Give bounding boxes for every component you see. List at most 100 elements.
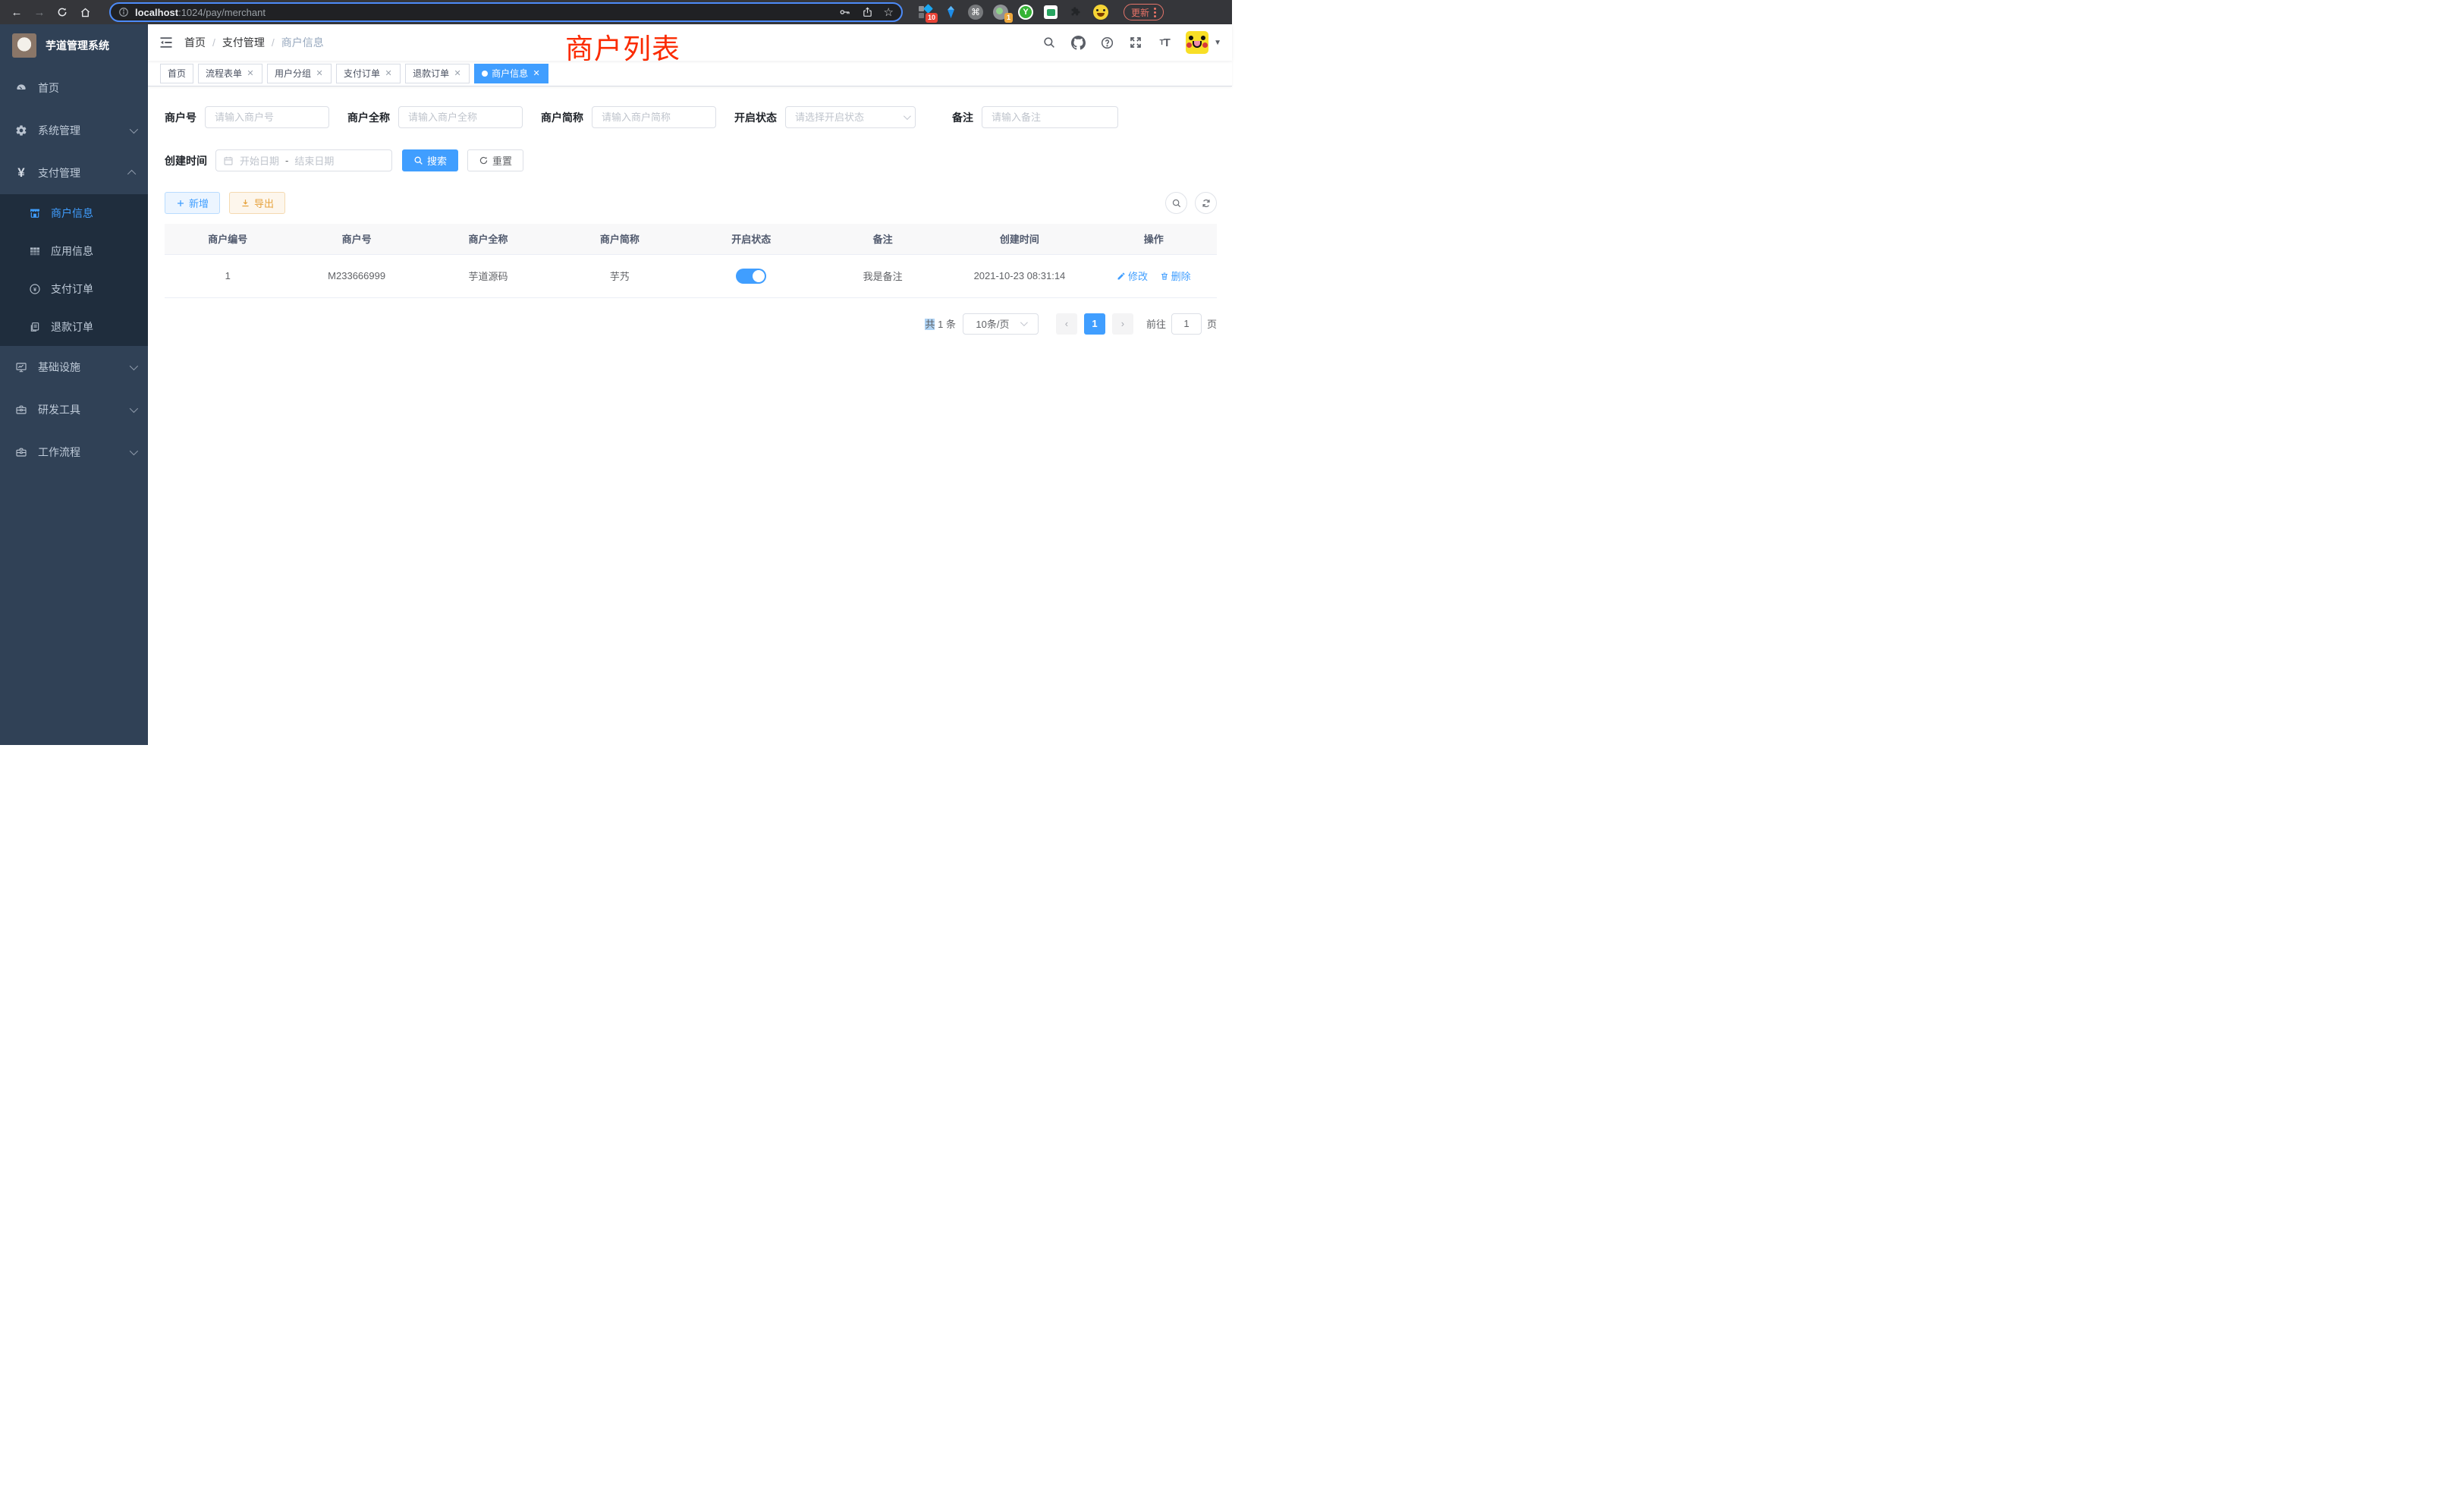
browser-back-button[interactable]: ←: [8, 3, 26, 21]
header-search-icon[interactable]: [1042, 35, 1057, 50]
page-size-select[interactable]: 10条/页: [963, 313, 1039, 335]
browser-menu-icon[interactable]: [1154, 8, 1156, 17]
sidebar-item-pay-order[interactable]: ¥ 支付订单: [0, 270, 148, 308]
extension-pin-icon[interactable]: [943, 5, 958, 20]
sidebar-item-label: 退款订单: [51, 319, 93, 335]
table-row: 1 M233666999 芋道源码 芋艿 我是备注 2021-10-23 08:…: [165, 254, 1217, 297]
date-start-placeholder: 开始日期: [240, 153, 279, 168]
fullscreen-icon[interactable]: [1128, 35, 1143, 50]
sidebar-item-merchant-info[interactable]: 商户信息: [0, 194, 148, 232]
sidebar-item-pay[interactable]: ¥ 支付管理: [0, 152, 148, 194]
toolbox-icon: [15, 404, 27, 416]
status-toggle[interactable]: [736, 269, 766, 284]
sidebar-item-infrastructure[interactable]: 基础设施: [0, 346, 148, 388]
browser-forward-button[interactable]: →: [30, 3, 49, 21]
page-jump-input[interactable]: [1171, 313, 1202, 335]
gear-icon: [15, 124, 27, 137]
logo-image: [12, 33, 36, 58]
extension-status-icon[interactable]: 1: [993, 5, 1008, 20]
tab-user-group[interactable]: 用户分组 ✕: [267, 64, 332, 83]
sidebar-collapse-button[interactable]: [159, 35, 174, 50]
chevron-down-icon: [1020, 319, 1027, 326]
sidebar-item-workflow[interactable]: 工作流程: [0, 431, 148, 473]
status-select[interactable]: [785, 106, 916, 128]
tab-merchant-info[interactable]: 商户信息 ✕: [474, 64, 548, 83]
toggle-search-button[interactable]: [1165, 192, 1187, 214]
refresh-table-button[interactable]: [1195, 192, 1217, 214]
chevron-down-icon: [130, 447, 138, 455]
full-name-input[interactable]: [398, 106, 523, 128]
close-icon[interactable]: ✕: [532, 68, 541, 78]
refresh-icon: [1201, 198, 1212, 209]
edit-button[interactable]: 修改: [1117, 269, 1148, 283]
browser-home-button[interactable]: [76, 3, 94, 21]
search-button[interactable]: 搜索: [402, 149, 458, 171]
url-bar[interactable]: localhost:1024/pay/merchant ☆: [109, 2, 903, 22]
page-content: 商户号 商户全称 商户简称 开启状态: [148, 86, 1232, 745]
full-name-label: 商户全称: [347, 110, 390, 125]
sidebar-item-app-info[interactable]: 应用信息: [0, 232, 148, 270]
extensions-puzzle-icon[interactable]: [1068, 5, 1083, 20]
delete-button[interactable]: 删除: [1160, 269, 1191, 283]
export-button[interactable]: 导出: [229, 192, 285, 214]
create-time-range-picker[interactable]: 开始日期 - 结束日期: [215, 149, 392, 171]
breadcrumb-current: 商户信息: [281, 35, 324, 50]
browser-reload-button[interactable]: [53, 3, 71, 21]
col-remark: 备注: [817, 224, 948, 254]
sidebar-item-system[interactable]: 系统管理: [0, 109, 148, 152]
reset-button[interactable]: 重置: [467, 149, 523, 171]
extension-emoji-icon[interactable]: [1093, 5, 1108, 20]
jump-suffix: 页: [1207, 316, 1217, 331]
tab-pay-order[interactable]: 支付订单 ✕: [336, 64, 401, 83]
prev-page-button[interactable]: ‹: [1056, 313, 1077, 335]
active-dot: [482, 71, 488, 77]
user-menu[interactable]: ▼: [1186, 31, 1221, 54]
github-icon[interactable]: [1070, 35, 1086, 50]
sidebar-item-refund-order[interactable]: 退款订单: [0, 308, 148, 346]
tab-home[interactable]: 首页: [160, 64, 193, 83]
sidebar-item-label: 支付订单: [51, 281, 93, 297]
close-icon[interactable]: ✕: [384, 68, 393, 78]
next-page-button[interactable]: ›: [1112, 313, 1133, 335]
date-end-placeholder: 结束日期: [294, 153, 334, 168]
short-name-input[interactable]: [592, 106, 716, 128]
bookmark-star-icon[interactable]: ☆: [884, 7, 894, 18]
search-icon: [1171, 198, 1182, 209]
tab-process-form[interactable]: 流程表单 ✕: [198, 64, 262, 83]
share-icon[interactable]: [862, 6, 873, 18]
annotation-title: 商户列表: [565, 26, 680, 67]
sidebar-item-dev-tools[interactable]: 研发工具: [0, 388, 148, 431]
breadcrumb-home[interactable]: 首页: [184, 35, 206, 50]
user-avatar: [1186, 31, 1208, 54]
extension-chat-icon[interactable]: [1043, 5, 1058, 20]
navbar: 首页 / 支付管理 / 商户信息 商户列表 TT: [148, 24, 1232, 61]
tab-refund-order[interactable]: 退款订单 ✕: [405, 64, 470, 83]
breadcrumb-pay[interactable]: 支付管理: [222, 35, 265, 50]
extension-blocks-icon[interactable]: 10: [918, 5, 933, 20]
browser-chrome: ← → localhost:1024/pay/merchant ☆ 10 ⌘ 1: [0, 0, 1232, 24]
cell-create-time: 2021-10-23 08:31:14: [948, 254, 1090, 297]
page-number-1[interactable]: 1: [1084, 313, 1105, 335]
password-key-icon[interactable]: [839, 6, 851, 18]
close-icon[interactable]: ✕: [453, 68, 462, 78]
font-size-icon[interactable]: TT: [1157, 35, 1172, 50]
yen-icon: ¥: [15, 167, 27, 179]
pagination-total: 共 1 条: [925, 316, 956, 331]
help-icon[interactable]: [1099, 35, 1114, 50]
extension-command-icon[interactable]: ⌘: [968, 5, 983, 20]
add-button[interactable]: 新增: [165, 192, 220, 214]
table-header-row: 商户编号 商户号 商户全称 商户简称 开启状态 备注 创建时间 操作: [165, 224, 1217, 254]
merchant-no-label: 商户号: [165, 110, 196, 125]
remark-input[interactable]: [982, 106, 1118, 128]
col-actions: 操作: [1091, 224, 1217, 254]
refresh-icon: [479, 156, 489, 165]
browser-update-button[interactable]: 更新: [1124, 4, 1164, 20]
sidebar-item-home[interactable]: 首页: [0, 67, 148, 109]
chevron-down-icon: [130, 362, 138, 370]
app-logo[interactable]: 芋道管理系统: [0, 24, 148, 67]
close-icon[interactable]: ✕: [246, 68, 255, 78]
close-icon[interactable]: ✕: [315, 68, 324, 78]
merchant-no-input[interactable]: [205, 106, 329, 128]
sidebar-item-label: 首页: [38, 80, 59, 96]
extension-y-icon[interactable]: Y: [1018, 5, 1033, 20]
